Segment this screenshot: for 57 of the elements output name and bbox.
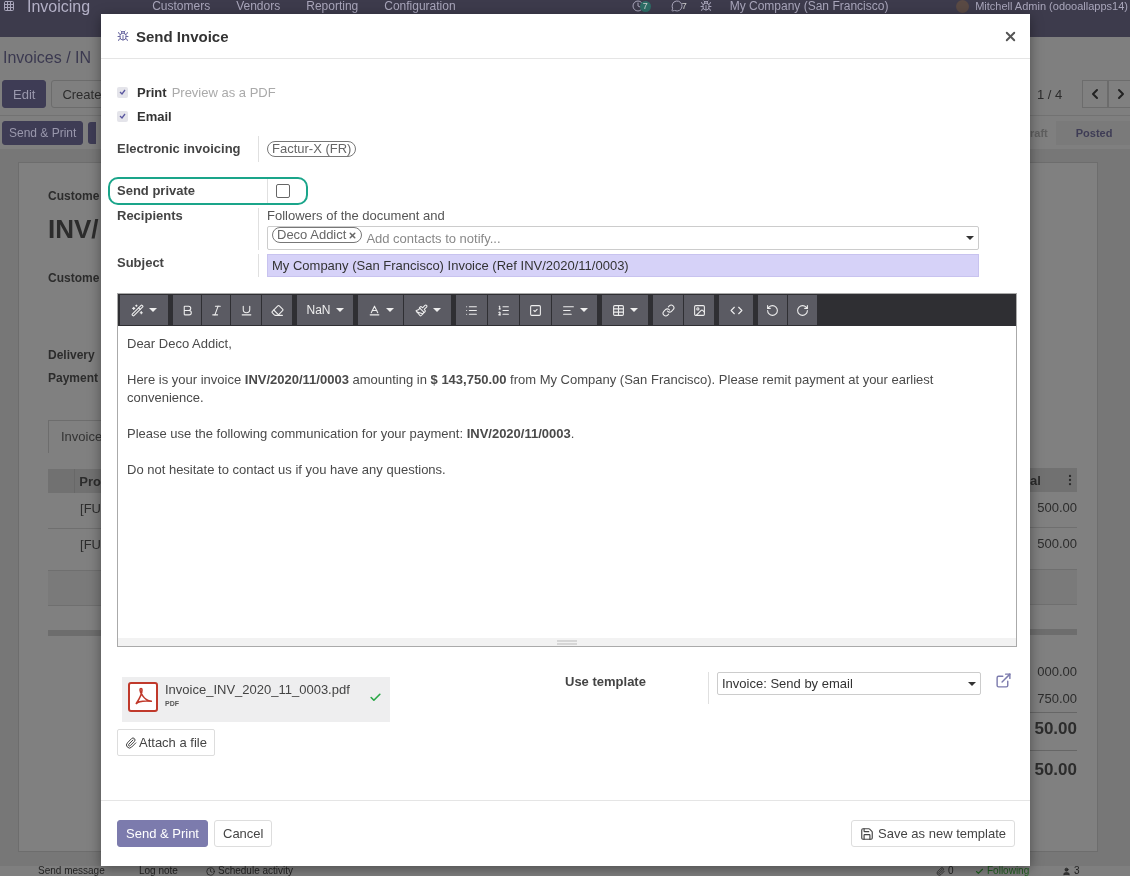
save-template-button[interactable]: Save as new template (851, 820, 1015, 847)
attachment-counter[interactable]: 0 (936, 866, 954, 876)
field-label: Use template (565, 673, 647, 691)
body-paragraph: Dear Deco Addict, (127, 335, 233, 353)
attach-file-button[interactable]: Attach a file (117, 729, 215, 756)
company-switcher[interactable]: My Company (San Francisco) (729, 0, 889, 13)
table-cell-text: [FU (79, 501, 101, 518)
recipients-note: Followers of the document and (267, 208, 446, 224)
menu-item[interactable]: Customers (152, 0, 211, 13)
user-menu[interactable]: Mitchell Admin (odooallapps14) (975, 0, 1128, 13)
table-cell-text: 500.00 (1036, 536, 1077, 553)
action-button[interactable]: Send & Print (2, 121, 84, 145)
chatter-action[interactable]: Log note (139, 866, 178, 876)
followers-counter[interactable]: 3 (1062, 866, 1080, 876)
edit-button[interactable]: Edit (2, 80, 47, 108)
column-header: al (1030, 471, 1042, 490)
invoice-title: INV/ (48, 214, 100, 244)
recipients-field[interactable]: Deco Addict Add contacts to notify... (267, 226, 979, 250)
cancel-button[interactable]: Cancel (214, 820, 273, 847)
send-print-button[interactable]: Send & Print (117, 820, 208, 847)
body-paragraph: Do not hesitate to contact us if you have any questions. (127, 461, 447, 479)
column-header: Pro (78, 472, 101, 491)
field-label: Payment (48, 370, 100, 386)
breadcrumb[interactable]: Invoices / IN (3, 46, 101, 70)
field-label: Subject (117, 254, 165, 272)
create-button[interactable]: Create (51, 80, 101, 108)
menu-item[interactable]: Configuration (384, 0, 456, 13)
option-label: Email (137, 108, 172, 124)
pager-counter: 1 / 4 (1037, 86, 1063, 102)
menu-item[interactable]: Vendors (236, 0, 281, 13)
status-step[interactable]: Posted (1055, 121, 1130, 145)
dialog-title: Send Invoice (136, 27, 229, 45)
field-label: Custome (48, 188, 101, 204)
contacts-input[interactable]: Add contacts to notify... (366, 230, 962, 246)
message-count: 7 (680, 1, 688, 12)
option-hint: Preview as a PDF (171, 84, 276, 100)
attachment-name: Invoice_INV_2020_11_0003.pdf (165, 682, 351, 698)
total-amount: 000.00 (1036, 664, 1077, 680)
app-name: Invoicing (27, 0, 91, 14)
chatter-action[interactable]: Send message (38, 866, 105, 876)
total-amount: 50.00 (1033, 759, 1077, 781)
body-paragraph: Here is your invoice INV/2020/11/0003 amounting in $ 143,750.00 from My Company (San Francisco). Please remit payment at your earliest convenience. (127, 371, 935, 407)
field-label: Delivery (48, 347, 96, 363)
chatter-action[interactable]: Schedule activity (206, 866, 294, 876)
font-size-dropdown[interactable]: NaN (297, 295, 353, 325)
field-label: Custome (48, 270, 101, 286)
template-select[interactable]: Invoice: Send by email (717, 672, 981, 695)
activity-count: 7 (639, 1, 651, 12)
subject-field[interactable]: My Company (San Francisco) Invoice (Ref INV/2020/11/0003) (267, 254, 979, 277)
body-paragraph: Please use the following communication for your payment: INV/2020/11/0003. (127, 425, 576, 443)
table-cell-text: 500.00 (1036, 500, 1077, 517)
option-label: Print (137, 84, 167, 100)
field-label: Recipients (117, 208, 184, 225)
field-label: Electronic invoicing (117, 140, 242, 158)
menu-item[interactable]: Reporting (306, 0, 359, 13)
table-cell-text: [FU (79, 537, 101, 554)
field-label: Send private (117, 183, 197, 199)
